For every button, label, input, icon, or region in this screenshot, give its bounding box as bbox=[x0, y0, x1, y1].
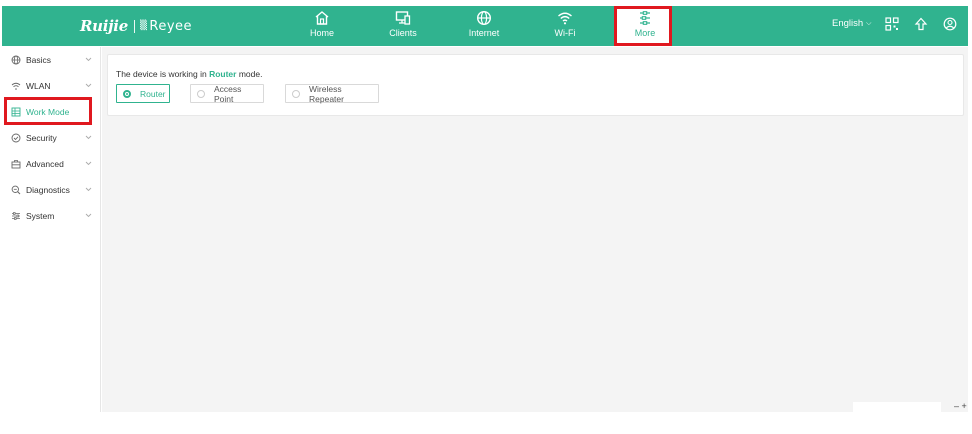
logo-reyee: ▒ Reyee bbox=[140, 19, 192, 34]
chevron-down-icon bbox=[85, 83, 92, 88]
mode-option-label: Wireless Repeater bbox=[309, 83, 344, 104]
language-label: English bbox=[832, 18, 864, 29]
radio-unselected-icon bbox=[197, 89, 205, 98]
chevron-down-icon bbox=[85, 161, 92, 166]
nav-more-label: More bbox=[634, 28, 656, 38]
brand-logo: Ruijie ▒ Reyee bbox=[80, 6, 192, 46]
sidebar-item-system[interactable]: System bbox=[2, 207, 101, 225]
system-icon bbox=[12, 212, 20, 220]
wifi-icon bbox=[558, 12, 572, 25]
chevron-down-icon bbox=[85, 135, 92, 140]
radio-selected-icon bbox=[123, 89, 131, 98]
chevron-down-icon bbox=[85, 57, 92, 62]
main-content: The device is working in Router mode. Ro… bbox=[102, 47, 968, 412]
sidebar-active-highlight bbox=[4, 97, 92, 125]
upgrade-icon[interactable] bbox=[914, 17, 928, 31]
mode-text-suffix: mode. bbox=[236, 69, 263, 79]
logo-ruijie: Ruijie bbox=[80, 17, 128, 35]
logo-reyee-text: Reyee bbox=[149, 18, 193, 34]
sidebar-item-label: Security bbox=[26, 133, 57, 143]
settings-sliders-icon bbox=[640, 11, 650, 25]
wifi-icon bbox=[11, 82, 21, 90]
shield-icon bbox=[11, 133, 21, 143]
sidebar-item-label: Advanced bbox=[26, 159, 64, 169]
nav-wifi[interactable]: Wi-Fi bbox=[535, 8, 595, 44]
work-mode-card: The device is working in Router mode. Ro… bbox=[107, 54, 964, 116]
sidebar-item-label: Basics bbox=[26, 55, 52, 65]
chevron-down-icon: ⌵ bbox=[866, 19, 872, 27]
mode-text-prefix: The device is working in bbox=[116, 69, 210, 79]
nav-clients-label: Clients bbox=[389, 28, 417, 38]
clients-icon bbox=[395, 11, 411, 25]
work-mode-status: The device is working in Router mode. bbox=[116, 69, 262, 79]
nav-more[interactable]: More bbox=[615, 8, 675, 44]
user-icon[interactable] bbox=[943, 17, 957, 31]
globe-icon bbox=[11, 55, 21, 65]
mode-option-router[interactable]: Router bbox=[116, 84, 170, 103]
mode-option-label: Access Point bbox=[214, 83, 242, 104]
diagnostics-icon bbox=[11, 185, 21, 195]
nav-wifi-label: Wi-Fi bbox=[554, 28, 576, 38]
sidebar-item-security[interactable]: Security bbox=[2, 129, 101, 147]
home-icon bbox=[315, 11, 329, 25]
qr-code-icon[interactable] bbox=[885, 17, 899, 31]
chevron-down-icon bbox=[85, 187, 92, 192]
advanced-icon bbox=[11, 160, 21, 169]
nav-home-label: Home bbox=[309, 28, 334, 38]
language-selector[interactable]: English ⌵ bbox=[832, 18, 871, 29]
current-mode: Router bbox=[209, 69, 237, 79]
top-bar: Ruijie ▒ Reyee Home Clients Internet Wi-… bbox=[0, 0, 972, 47]
radio-unselected-icon bbox=[292, 89, 300, 98]
sidebar-item-advanced[interactable]: Advanced bbox=[2, 155, 101, 173]
reyee-mark-icon: ▒ bbox=[139, 21, 148, 31]
corner-panel bbox=[853, 402, 941, 414]
nav-internet-label: Internet bbox=[468, 28, 500, 38]
sidebar-item-label: WLAN bbox=[26, 81, 51, 91]
mode-option-label: Router bbox=[140, 88, 166, 99]
sidebar-item-basics[interactable]: Basics bbox=[2, 51, 101, 69]
sidebar-item-diagnostics[interactable]: Diagnostics bbox=[2, 181, 101, 199]
globe-icon bbox=[476, 10, 492, 26]
chevron-down-icon bbox=[85, 213, 92, 218]
nav-internet[interactable]: Internet bbox=[454, 8, 514, 44]
sidebar-item-wlan[interactable]: WLAN bbox=[2, 77, 101, 95]
mode-option-access-point[interactable]: Access Point bbox=[190, 83, 264, 104]
logo-separator bbox=[133, 19, 135, 33]
sidebar-item-label: Diagnostics bbox=[26, 185, 70, 195]
mode-option-wireless-repeater[interactable]: Wireless Repeater bbox=[285, 83, 379, 104]
nav-home[interactable]: Home bbox=[292, 8, 352, 44]
zoom-controls[interactable]: – + bbox=[954, 401, 967, 411]
sidebar-item-label: System bbox=[26, 211, 55, 221]
nav-clients[interactable]: Clients bbox=[373, 8, 433, 44]
